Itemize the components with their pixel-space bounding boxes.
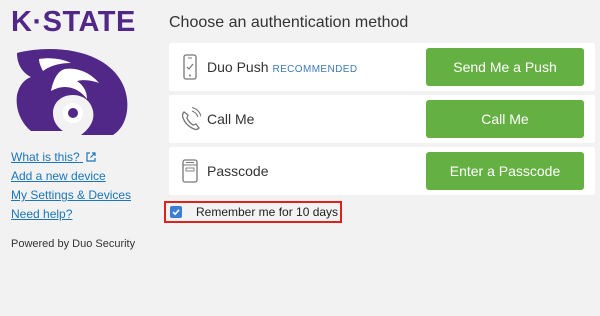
send-push-button[interactable]: Send Me a Push bbox=[426, 48, 584, 86]
wildcat-logo-icon bbox=[16, 49, 128, 135]
checkmark-icon bbox=[172, 209, 180, 216]
call-me-label: Call Me bbox=[207, 111, 255, 127]
my-settings-devices-link[interactable]: My Settings & Devices bbox=[11, 186, 131, 205]
passcode-label: Passcode bbox=[207, 163, 269, 179]
enter-passcode-button[interactable]: Enter a Passcode bbox=[426, 152, 584, 190]
what-is-this-link[interactable]: What is this? bbox=[11, 148, 131, 167]
need-help-link[interactable]: Need help? bbox=[11, 205, 131, 224]
recommended-badge: RECOMMENDED bbox=[272, 64, 358, 75]
duo-push-text: Duo Push bbox=[207, 59, 269, 75]
phone-call-icon bbox=[181, 106, 201, 131]
call-me-row: Call Me Call Me bbox=[169, 95, 595, 143]
powered-by-text: Powered by Duo Security bbox=[11, 238, 136, 250]
passcode-device-icon bbox=[182, 159, 198, 183]
what-is-this-label: What is this? bbox=[11, 150, 80, 164]
remember-me-label[interactable]: Remember me for 10 days bbox=[196, 205, 338, 219]
sidebar: K·STATE What is this? Add a new device M… bbox=[0, 0, 160, 316]
sidebar-links: What is this? Add a new device My Settin… bbox=[11, 148, 131, 224]
mobile-phone-icon bbox=[183, 54, 197, 80]
page-title: Choose an authentication method bbox=[169, 14, 409, 31]
kstate-logo-text: K·STATE bbox=[11, 6, 136, 38]
add-new-device-link[interactable]: Add a new device bbox=[11, 167, 131, 186]
call-me-button[interactable]: Call Me bbox=[426, 100, 584, 138]
passcode-row: Passcode Enter a Passcode bbox=[169, 147, 595, 195]
duo-push-label: Duo Push RECOMMENDED bbox=[207, 59, 357, 75]
external-link-icon bbox=[86, 152, 96, 162]
remember-me-checkbox[interactable] bbox=[170, 206, 182, 218]
duo-push-row: Duo Push RECOMMENDED Send Me a Push bbox=[169, 43, 595, 91]
remember-me-highlight: Remember me for 10 days bbox=[164, 201, 342, 223]
